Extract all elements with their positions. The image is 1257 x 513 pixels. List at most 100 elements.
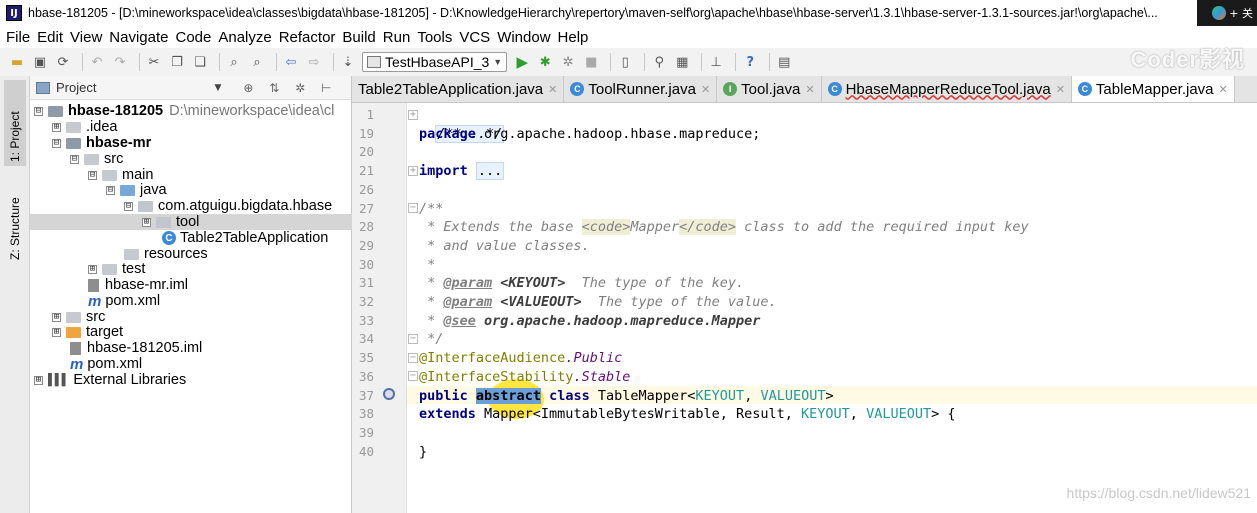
comment-text: * Extends the base xyxy=(419,219,582,236)
paste-icon[interactable]: ❏ xyxy=(191,53,209,71)
tree-item-main[interactable]: ⊟ main xyxy=(88,167,153,183)
close-icon[interactable]: ✕ xyxy=(1219,83,1228,96)
settings-icon[interactable]: ⚲ xyxy=(650,53,668,71)
tree-item-root-pom-xml[interactable]: m pom.xml xyxy=(70,356,142,373)
line-number: 37 xyxy=(358,387,374,403)
tree-item-tool[interactable]: ⊞ tool xyxy=(30,214,352,230)
fold-toggle-icon[interactable]: − xyxy=(408,203,418,213)
open-folder-icon[interactable]: ▬ xyxy=(8,53,26,71)
tree-item-label: target xyxy=(86,324,124,340)
tree-item-hbase-mr-iml[interactable]: hbase-mr.iml xyxy=(88,277,188,293)
doc-tag: @param xyxy=(443,294,493,310)
tab-tablemapper[interactable]: C TableMapper.java ✕ xyxy=(1071,76,1235,102)
tree-item-table2tableapplication[interactable]: C Table2TableApplication xyxy=(162,230,328,246)
project-tool-button[interactable]: 1: Project xyxy=(4,80,26,166)
coverage-icon[interactable]: ✲ xyxy=(559,53,577,71)
menu-view[interactable]: View xyxy=(70,29,102,46)
attach-icon[interactable]: ▯ xyxy=(616,53,634,71)
tree-item-src[interactable]: ⊟ src xyxy=(70,151,123,167)
fold-toggle-icon[interactable]: + xyxy=(408,166,418,176)
tree-item-java[interactable]: ⊟ java xyxy=(106,182,167,198)
collapse-icon[interactable]: ⊟ xyxy=(70,154,79,164)
fold-toggle-icon[interactable]: − xyxy=(408,371,418,381)
help-icon[interactable]: ? xyxy=(741,53,759,71)
redo-icon[interactable]: ↷ xyxy=(111,53,129,71)
menu-file[interactable]: File xyxy=(6,29,30,46)
menu-window[interactable]: Window xyxy=(497,29,550,46)
selected-keyword[interactable]: abstract xyxy=(475,387,541,404)
copy-icon[interactable]: ❐ xyxy=(168,53,186,71)
tree-item-test[interactable]: ⊞ test xyxy=(88,261,145,277)
bracket: > xyxy=(825,387,834,404)
menu-run[interactable]: Run xyxy=(383,29,411,46)
close-icon[interactable]: ✕ xyxy=(805,83,814,96)
expand-icon[interactable]: ⊞ xyxy=(52,312,61,322)
menu-tools[interactable]: Tools xyxy=(417,29,452,46)
stop-icon[interactable]: ■ xyxy=(582,53,600,71)
line-number: 32 xyxy=(358,294,374,309)
build-icon[interactable]: ⇣ xyxy=(339,53,357,71)
menu-code[interactable]: Code xyxy=(175,29,211,46)
tree-item-src-root[interactable]: ⊞ src xyxy=(52,309,105,325)
close-icon[interactable]: ✕ xyxy=(1056,83,1065,96)
collapse-icon[interactable]: ⊟ xyxy=(34,106,43,116)
tree-item-hbase-181205-iml[interactable]: hbase-181205.iml xyxy=(70,340,202,356)
tab-tool[interactable]: I Tool.java ✕ xyxy=(717,76,822,102)
collapse-icon[interactable]: ⊟ xyxy=(106,185,115,195)
back-icon[interactable]: ⇦ xyxy=(282,53,300,71)
undo-icon[interactable]: ↶ xyxy=(88,53,106,71)
tree-item-idea[interactable]: ⊞ .idea xyxy=(52,119,117,135)
cut-icon[interactable]: ✂ xyxy=(145,53,163,71)
sync-icon[interactable]: ⟳ xyxy=(54,53,72,71)
libraries-icon: ▌▌▌ xyxy=(48,374,69,386)
find-icon[interactable]: ⌕ xyxy=(225,53,243,71)
expand-icon[interactable]: ⊞ xyxy=(88,264,97,274)
tree-item-hbase-181205[interactable]: ⊟ hbase-181205 D:\mineworkspace\idea\cl xyxy=(34,103,334,119)
override-marker-icon[interactable] xyxy=(383,388,395,400)
expand-icon[interactable]: ⊞ xyxy=(142,217,151,227)
menu-analyze[interactable]: Analyze xyxy=(218,29,271,46)
fold-toggle-icon[interactable]: − xyxy=(408,334,418,344)
collapse-icon[interactable]: ⊟ xyxy=(124,201,133,211)
tab-toolrunner[interactable]: C ToolRunner.java ✕ xyxy=(564,76,718,102)
folded-imports[interactable]: ... xyxy=(475,162,505,181)
run-configuration-select[interactable]: TestHbaseAPI_3 ▼ xyxy=(362,52,508,72)
expand-icon[interactable]: ⊞ xyxy=(52,327,61,337)
tab-hbasemapperreducetool[interactable]: C HbaseMapperReduceTool.java ✕ xyxy=(821,76,1072,102)
tab-table2tableapplication[interactable]: Table2TableApplication.java ✕ xyxy=(352,76,565,102)
tree-item-package[interactable]: ⊟ com.atguigu.bigdata.hbase xyxy=(124,198,332,214)
tree-item-pom-xml[interactable]: m pom.xml xyxy=(88,293,160,310)
project-structure-icon[interactable]: ▦ xyxy=(673,53,691,71)
menu-vcs[interactable]: VCS xyxy=(459,29,490,46)
fold-toggle-icon[interactable]: + xyxy=(408,110,418,120)
menu-navigate[interactable]: Navigate xyxy=(109,29,168,46)
tree-item-hbase-mr[interactable]: ⊟ hbase-mr xyxy=(52,135,151,151)
menu-edit[interactable]: Edit xyxy=(37,29,63,46)
debug-icon[interactable]: ✱ xyxy=(536,53,554,71)
menu-help[interactable]: Help xyxy=(558,29,589,46)
chevron-down-icon[interactable]: ▼ xyxy=(214,83,221,93)
sdk-icon[interactable]: ⊥ xyxy=(707,53,725,71)
expand-icon[interactable]: ⊞ xyxy=(34,375,43,385)
collapse-icon[interactable]: ⊟ xyxy=(88,170,97,180)
run-icon[interactable]: ▶ xyxy=(513,53,531,71)
close-icon[interactable]: ✕ xyxy=(701,83,710,96)
tree-item-target[interactable]: ⊞ target xyxy=(52,324,123,340)
close-icon[interactable]: ✕ xyxy=(548,83,557,96)
replace-icon[interactable]: ⌕ xyxy=(248,53,266,71)
tree-item-resources[interactable]: resources xyxy=(124,246,208,262)
tree-item-external-libraries[interactable]: ⊞ ▌▌▌ External Libraries xyxy=(34,372,186,388)
fold-toggle-icon[interactable]: − xyxy=(408,353,418,363)
tree-item-label: test xyxy=(122,261,146,277)
comment-text: * xyxy=(419,294,444,310)
project-panel-title[interactable]: Project xyxy=(56,80,96,95)
menu-refactor[interactable]: Refactor xyxy=(279,29,336,46)
collapse-icon[interactable]: ⊟ xyxy=(52,138,61,148)
forward-icon[interactable]: ⇨ xyxy=(305,53,323,71)
terminal-icon[interactable]: ▤ xyxy=(775,53,793,71)
expand-icon[interactable]: ⊞ xyxy=(52,122,61,132)
structure-tool-button[interactable]: Z: Structure xyxy=(4,172,26,264)
menu-build[interactable]: Build xyxy=(342,29,375,46)
save-icon[interactable]: ▣ xyxy=(31,53,49,71)
panel-actions-icon[interactable]: ⊕ ⇅ ✲ ⊢ xyxy=(243,81,337,95)
